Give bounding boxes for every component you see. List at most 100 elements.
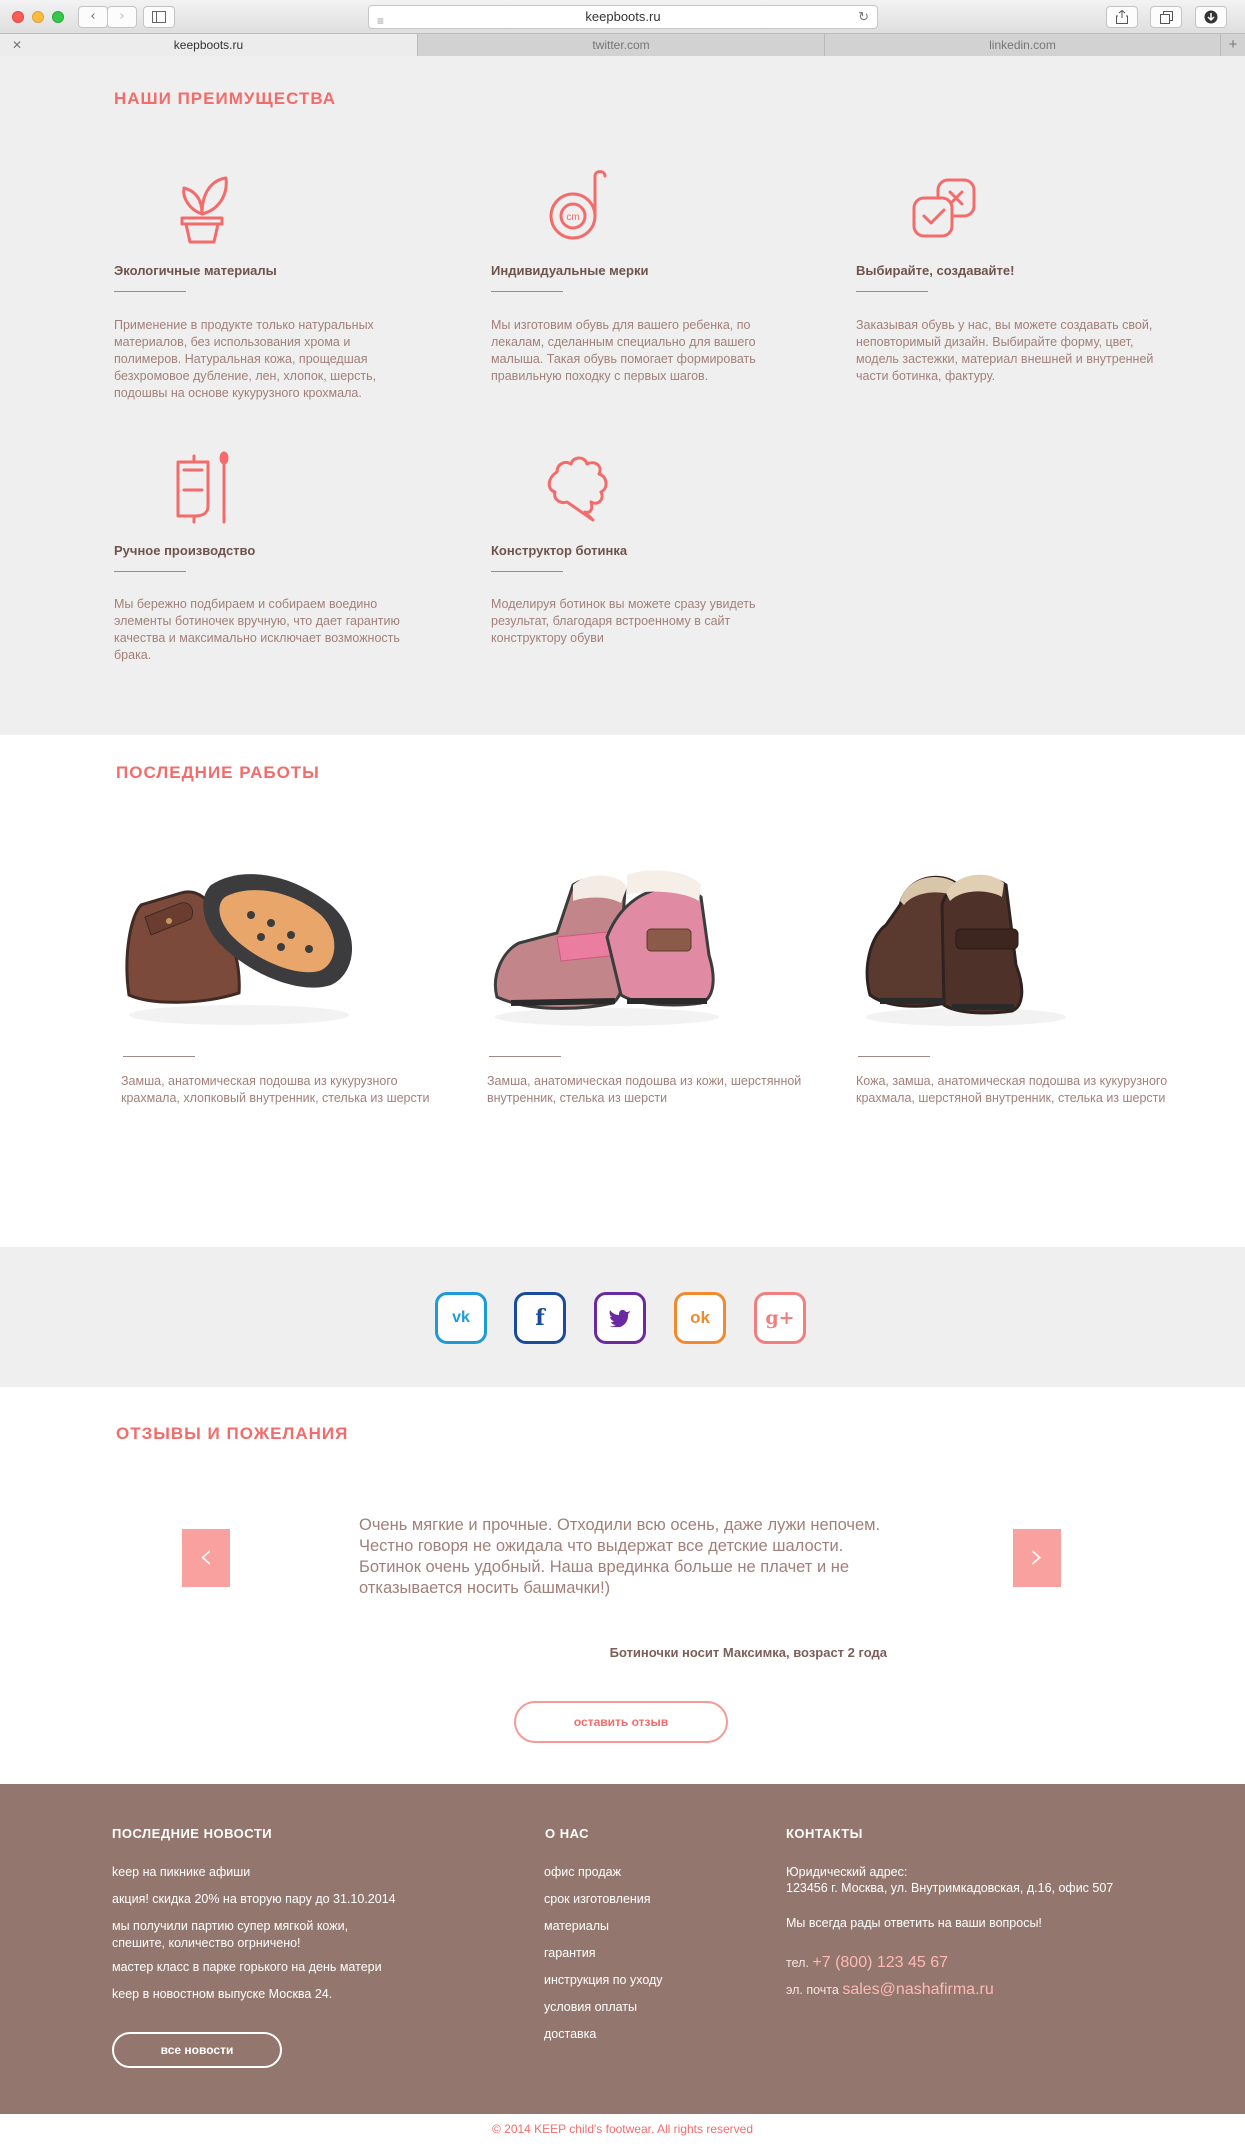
tab-bar: ✕ keepboots.ru twitter.com linkedin.com … [0,34,1245,56]
tab-label: keepboots.ru [173,38,244,52]
twitter-icon [609,1309,630,1328]
forward-button[interactable]: › [107,6,137,28]
about-link-delivery[interactable]: доставка [544,2026,596,2043]
facebook-icon: f [535,1305,545,1331]
news-item[interactable]: акция! скидка 20% на вторую пару до 31.1… [112,1891,396,1908]
about-link-warranty[interactable]: гарантия [544,1945,596,1962]
review-prev-button[interactable]: ‹ [182,1529,230,1587]
footer: ПОСЛЕДНИЕ НОВОСТИ keep на пикнике афиши … [0,1784,1245,2114]
email-label: эл. почта [786,1983,839,1997]
address-text: 123456 г. Москва, ул. Внутримкадовская, … [786,1881,1114,1895]
close-tab-icon[interactable]: ✕ [12,34,22,56]
feature-title: Ручное производство [114,543,256,558]
vk-button[interactable]: vk [435,1292,487,1344]
works-section: ПОСЛЕДНИЕ РАБОТЫ Замша, анатомическая по… [0,735,1245,1247]
about-link-care[interactable]: инструкция по уходу [544,1972,663,1989]
odnoklassniki-button[interactable]: ok [674,1292,726,1344]
tape-measure-icon: cm [549,170,607,240]
puzzle-constructor-icon [547,456,608,522]
back-button[interactable]: ‹ [78,6,108,28]
shoe-photo-dark-brown-leather [865,874,1066,1026]
all-news-button[interactable]: все новости [112,2032,282,2068]
review-author: Ботиночки носит Максимка, возраст 2 года [609,1645,887,1660]
email-link[interactable]: sales@nashafirma.ru [842,1981,993,1998]
chevron-left-icon: ‹ [198,1536,214,1577]
feature-title: Экологичные материалы [114,263,277,278]
chevron-right-icon: › [119,9,125,24]
divider [114,571,186,572]
facebook-button[interactable]: f [514,1292,566,1344]
minimize-window-button[interactable] [32,11,44,23]
news-item[interactable]: keep в новостном выпуске Москва 24. [112,1986,332,2003]
feature-text: Применение в продукте только натуральных… [114,318,377,400]
twitter-button[interactable] [594,1292,646,1344]
sidebar-toggle-button[interactable] [143,6,175,28]
phone-link[interactable]: +7 (800) 123 45 67 [812,1954,948,1971]
email-row: эл. почта sales@nashafirma.ru [786,1981,994,1999]
browser-toolbar: ‹ › ≡ keepboots.ru ↻ [0,0,1245,34]
chevron-right-icon: › [1029,1536,1045,1577]
address-label: Юридический адрес: [786,1865,908,1879]
about-link-payment[interactable]: условия оплаты [544,1999,637,2016]
feature-text: Заказывая обувь у нас, вы можете создава… [856,318,1154,383]
news-item[interactable]: мастер класс в парке горького на день ма… [112,1959,382,1976]
tab-twitter[interactable]: twitter.com [418,34,825,56]
review-next-button[interactable]: › [1013,1529,1061,1587]
social-section: vk f ok g+ [0,1247,1245,1387]
feature-title: Индивидуальные мерки [491,263,649,278]
divider [123,1056,195,1057]
advantages-section: НАШИ ПРЕИМУЩЕСТВА Экологичные материалы … [0,56,1245,735]
divider [491,571,563,572]
phone-label: тел. [786,1956,809,1970]
news-item[interactable]: keep на пикнике афиши [112,1864,250,1881]
tab-label: linkedin.com [989,38,1056,52]
divider [856,291,928,292]
feature-text: Моделируя ботинок вы можете сразу увидет… [491,597,756,645]
plus-icon: + [1228,36,1238,53]
google-plus-button[interactable]: g+ [754,1292,806,1344]
feature-text: Мы изготовим обувь для вашего ребенка, п… [491,318,756,383]
tabs-icon [1159,11,1173,24]
downloads-button[interactable] [1195,6,1227,28]
close-window-button[interactable] [12,11,24,23]
review-quote: Очень мягкие и прочные. Отходили всю осе… [359,1516,881,1597]
new-tab-button[interactable]: + [1221,34,1245,56]
share-icon [1116,9,1128,24]
download-icon [1204,10,1218,24]
leave-review-button[interactable]: оставить отзыв [514,1701,728,1743]
phone-row: тел. +7 (800) 123 45 67 [786,1954,948,1972]
feature-title: Выбирайте, создавайте! [856,263,1015,278]
advantages-title: НАШИ ПРЕИМУЩЕСТВА [114,89,337,108]
about-link-office[interactable]: офис продаж [544,1864,621,1881]
news-title: ПОСЛЕДНИЕ НОВОСТИ [112,1826,273,1841]
chevron-left-icon: ‹ [90,9,96,24]
tab-keepboots[interactable]: ✕ keepboots.ru [0,34,418,56]
reload-icon[interactable]: ↻ [858,6,869,28]
divider [114,291,186,292]
about-title: О НАС [545,1826,590,1841]
tab-linkedin[interactable]: linkedin.com [825,34,1221,56]
sidebar-icon [152,11,166,23]
news-item[interactable]: мы получили партию супер мягкой кожи, сп… [112,1918,382,1952]
works-title: ПОСЛЕДНИЕ РАБОТЫ [116,763,320,782]
shoe-photo-pink-suede [494,870,719,1026]
feature-text: Мы бережно подбираем и собираем воедино … [114,597,400,662]
tab-label: twitter.com [592,38,650,52]
odnoklassniki-icon: ok [690,1308,710,1327]
google-plus-icon: g+ [765,1307,795,1329]
address-bar[interactable]: ≡ keepboots.ru ↻ [368,5,878,29]
about-link-materials[interactable]: материалы [544,1918,609,1935]
url-text: keepboots.ru [585,9,661,24]
plant-pot-icon [180,176,228,244]
tabs-overview-button[interactable] [1150,6,1182,28]
zoom-window-button[interactable] [52,11,64,23]
reader-icon[interactable]: ≡ [377,10,384,32]
divider [491,291,563,292]
cm-label: cm [566,212,579,223]
about-link-terms[interactable]: срок изготовления [544,1891,651,1908]
contacts-note: Мы всегда рады ответить на ваши вопросы! [786,1916,1042,1930]
work-description: Замша, анатомическая подошва из кукурузн… [121,1074,430,1105]
copyright: © 2014 KEEP child's footwear. All rights… [0,2114,1245,2149]
share-button[interactable] [1106,6,1138,28]
choose-create-icon [912,178,976,238]
